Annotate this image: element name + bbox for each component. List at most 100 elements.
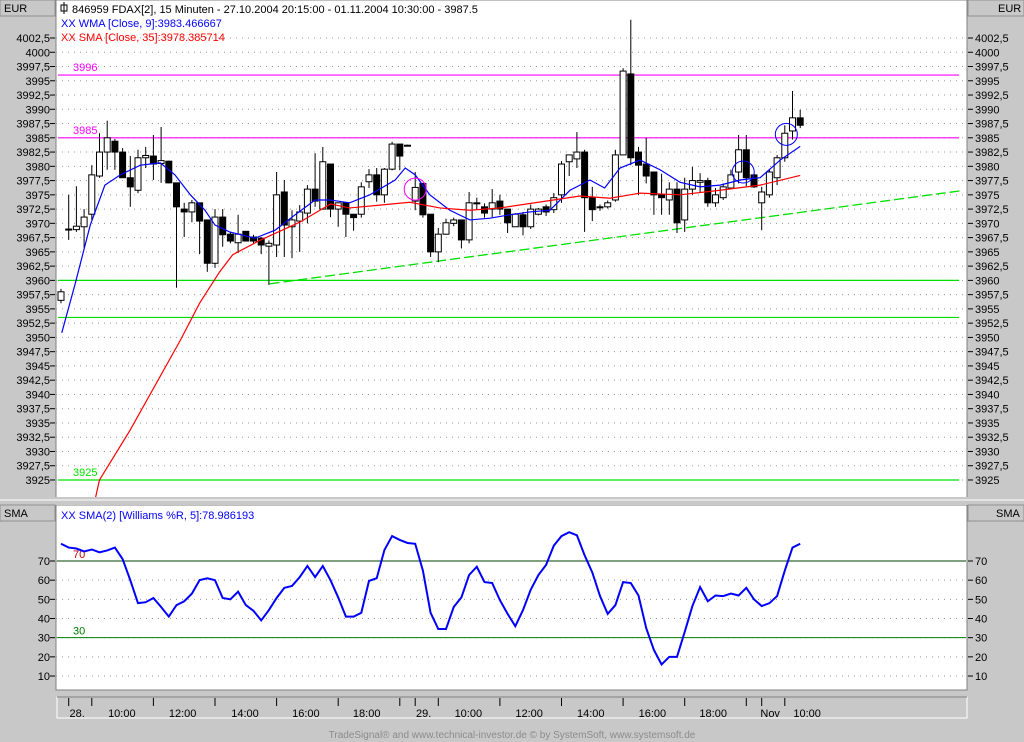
- price-tick-label-right: 3947,5: [975, 347, 1009, 359]
- price-tick-label-left: 3942,5: [16, 375, 50, 387]
- candle-body: [173, 182, 180, 208]
- candle-body: [149, 155, 157, 165]
- candle-body: [180, 208, 188, 213]
- price-tick-label-left: 3940: [26, 389, 50, 401]
- indicator-axis-right: SMA: [996, 508, 1021, 520]
- candle-body: [57, 291, 65, 301]
- candle-body: [265, 242, 273, 247]
- candle-body: [126, 177, 134, 188]
- candle-body: [465, 202, 473, 241]
- candle-body: [558, 163, 565, 196]
- indicator-legend[interactable]: XX SMA(2) [Williams %R, 5]:78.986193: [61, 510, 254, 522]
- price-tick-label-left: 3955: [26, 304, 50, 316]
- indicator-tick-label-right: 20: [975, 652, 987, 664]
- indicator-axis-left: SMA: [4, 508, 29, 520]
- candle-body: [303, 188, 311, 214]
- price-tick-label-left: 3987,5: [16, 119, 50, 131]
- candle-body: [311, 188, 319, 202]
- price-tick-label-right: 3955: [975, 304, 999, 316]
- price-tick-label-right: 3935: [975, 418, 999, 430]
- indicator-tick-label-right: 50: [975, 594, 987, 606]
- time-label: 14:00: [231, 708, 259, 720]
- time-label: 16:00: [639, 708, 667, 720]
- price-tick-label-right: 3987,5: [975, 119, 1009, 131]
- candle-body: [96, 151, 103, 177]
- candle-body: [88, 174, 96, 215]
- price-tick-label-left: 3982,5: [16, 147, 50, 159]
- candle-body: [750, 174, 758, 188]
- price-tick-label-left: 3967,5: [16, 233, 50, 245]
- price-tick-label-right: 3930: [975, 446, 999, 458]
- candle-body: [457, 219, 465, 241]
- level-label: 3985: [73, 125, 97, 137]
- indicator-tick-label-right: 60: [975, 575, 987, 587]
- indicator-panel[interactable]: [55, 504, 968, 691]
- footer-credit: TradeSignal® and www.technical-investor.…: [329, 730, 696, 741]
- candle-45: [404, 144, 411, 147]
- indicator-tick-label-left: 40: [38, 614, 50, 626]
- candle-body: [511, 213, 519, 228]
- time-label: 10:00: [455, 708, 483, 720]
- price-tick-label-left: 3925: [26, 475, 50, 487]
- candle-body: [742, 149, 750, 179]
- price-tick-label-right: 3940: [975, 389, 999, 401]
- candle-body: [442, 222, 450, 235]
- price-tick-label-right: 3997,5: [975, 62, 1009, 74]
- candle-body: [380, 168, 388, 196]
- price-tick-label-left: 3935: [26, 418, 50, 430]
- candle-body: [319, 161, 327, 210]
- price-tick-label-left: 3977,5: [16, 176, 50, 188]
- indicator-tick-label-left: 60: [38, 575, 50, 587]
- candle-35: [327, 163, 334, 218]
- candle-39: [357, 182, 365, 218]
- price-tick-label-right: 3950: [975, 332, 999, 344]
- time-label: 16:00: [292, 708, 320, 720]
- time-label: 28.: [70, 708, 85, 720]
- price-tick-label-left: 3932,5: [16, 432, 50, 444]
- candle-body: [111, 140, 119, 153]
- time-label: 10:00: [793, 708, 821, 720]
- time-label: 12:00: [169, 708, 197, 720]
- price-tick-label-right: 3990: [975, 104, 999, 116]
- sma-legend[interactable]: XX SMA [Close, 35]:3978.385714: [61, 32, 225, 44]
- time-label: 10:00: [108, 708, 136, 720]
- price-tick-label-right: 3970: [975, 218, 999, 230]
- candle-body: [719, 186, 727, 199]
- price-tick-label-right: 3937,5: [975, 404, 1009, 416]
- price-tick-label-right: 3985: [975, 133, 999, 145]
- price-tick-label-right: 3982,5: [975, 147, 1009, 159]
- candle-body: [596, 206, 604, 209]
- indicator-tick-label-left: 30: [38, 633, 50, 645]
- wma-legend[interactable]: XX WMA [Close, 9]:3983.466667: [61, 18, 222, 30]
- candle-body: [219, 216, 227, 236]
- price-tick-label-right: 3972,5: [975, 204, 1009, 216]
- price-tick-label-right: 3952,5: [975, 318, 1009, 330]
- indicator-tick-label-right: 10: [975, 671, 987, 683]
- candle-body: [404, 144, 411, 147]
- candle-59: [511, 213, 519, 228]
- time-label: 18:00: [353, 708, 381, 720]
- panel-splitter[interactable]: [0, 497, 1024, 505]
- price-tick-label-left: 3962,5: [16, 261, 50, 273]
- candle-body: [650, 171, 658, 196]
- price-tick-label-left: 3970: [26, 218, 50, 230]
- price-tick-label-left: 3927,5: [16, 461, 50, 473]
- price-tick-label-left: 3990: [26, 104, 50, 116]
- price-tick-label-left: 3930: [26, 446, 50, 458]
- candle-body: [658, 194, 666, 199]
- price-tick-label-right: 3927,5: [975, 461, 1009, 473]
- time-label: 12:00: [515, 708, 543, 720]
- candle-body: [365, 174, 373, 183]
- price-tick-label-left: 3952,5: [16, 318, 50, 330]
- candle-body: [635, 151, 642, 166]
- candle-body: [142, 154, 150, 159]
- candle-73: [619, 68, 627, 156]
- candle-body: [588, 197, 596, 211]
- candle-body: [273, 194, 281, 246]
- price-tick-label-right: 3995: [975, 76, 999, 88]
- candle-body: [72, 225, 80, 231]
- price-tick-label-right: 3942,5: [975, 375, 1009, 387]
- candle-body: [581, 151, 589, 199]
- price-tick-label-left: 3950: [26, 332, 50, 344]
- candle-body: [203, 219, 211, 264]
